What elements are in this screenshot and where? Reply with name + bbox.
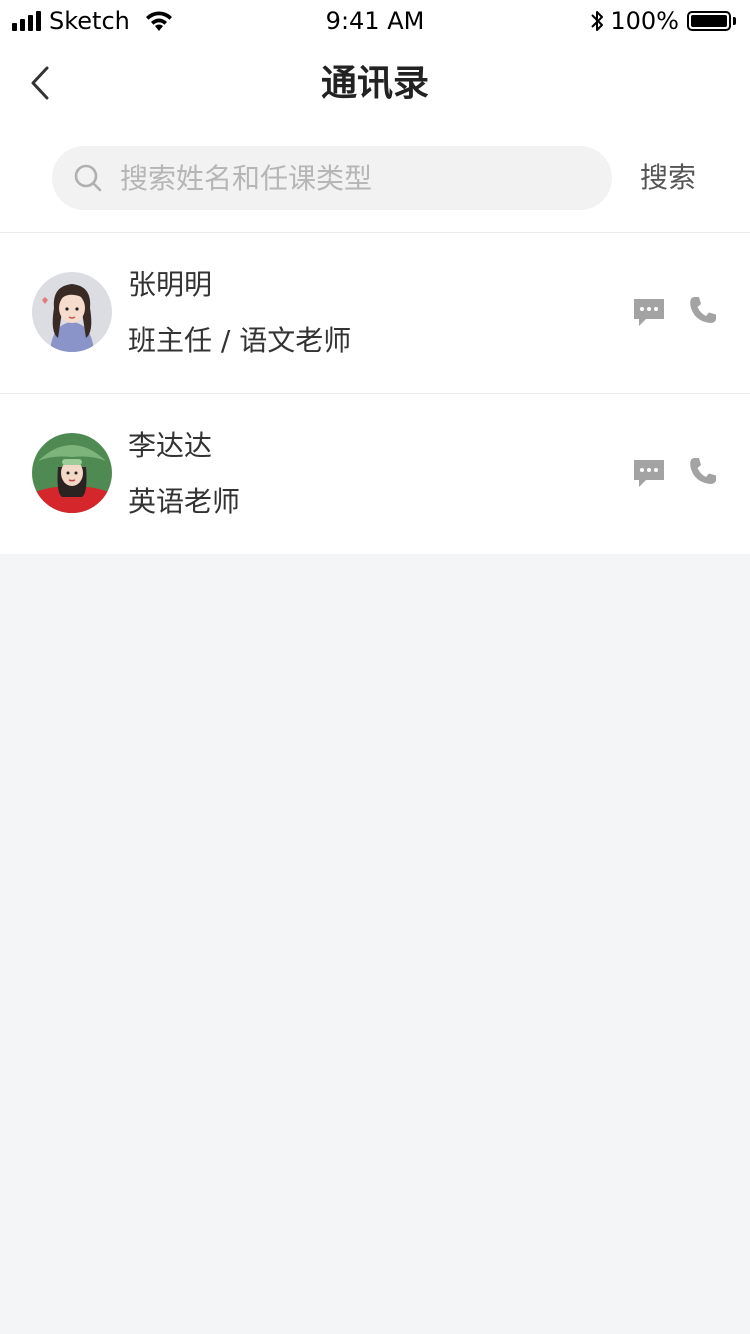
battery-icon — [687, 11, 731, 31]
battery-percent: 100% — [610, 7, 679, 35]
contact-name: 张明明 — [128, 268, 213, 301]
status-bar: Sketch 9:41 AM 100% — [0, 0, 750, 40]
avatar — [32, 433, 112, 513]
phone-icon[interactable] — [688, 456, 718, 486]
battery-fill — [691, 15, 727, 27]
chevron-left-icon — [31, 66, 49, 100]
status-right: 100% — [590, 6, 736, 36]
nav-bar: 通讯录 — [0, 40, 750, 128]
bluetooth-icon — [591, 11, 604, 31]
chat-bubble-icon[interactable] — [632, 297, 666, 329]
search-input[interactable] — [118, 160, 562, 196]
contact-name: 李达达 — [128, 429, 213, 462]
chat-bubble-icon[interactable] — [632, 458, 666, 490]
search-field[interactable] — [52, 146, 612, 210]
avatar — [32, 272, 112, 352]
contact-role: 班主任 / 语文老师 — [128, 324, 352, 357]
battery-tip — [733, 17, 736, 25]
page-title: 通讯录 — [320, 63, 429, 104]
search-icon — [74, 164, 102, 192]
search-button[interactable]: 搜索 — [640, 146, 696, 210]
contact-list: 张明明 班主任 / 语文老师 李达达 英语老师 — [0, 233, 750, 554]
contact-row[interactable]: 李达达 英语老师 — [0, 394, 750, 554]
contacts-screen: Sketch 9:41 AM 100% 通讯录 搜索姓名和任课类型 搜索 张明明… — [0, 0, 750, 1334]
header-area: Sketch 9:41 AM 100% 通讯录 搜索姓名和任课类型 搜索 — [0, 0, 750, 233]
contact-row[interactable]: 张明明 班主任 / 语文老师 — [0, 233, 750, 394]
contact-role: 英语老师 — [128, 485, 241, 518]
back-button[interactable] — [20, 58, 60, 108]
phone-icon[interactable] — [688, 295, 718, 325]
